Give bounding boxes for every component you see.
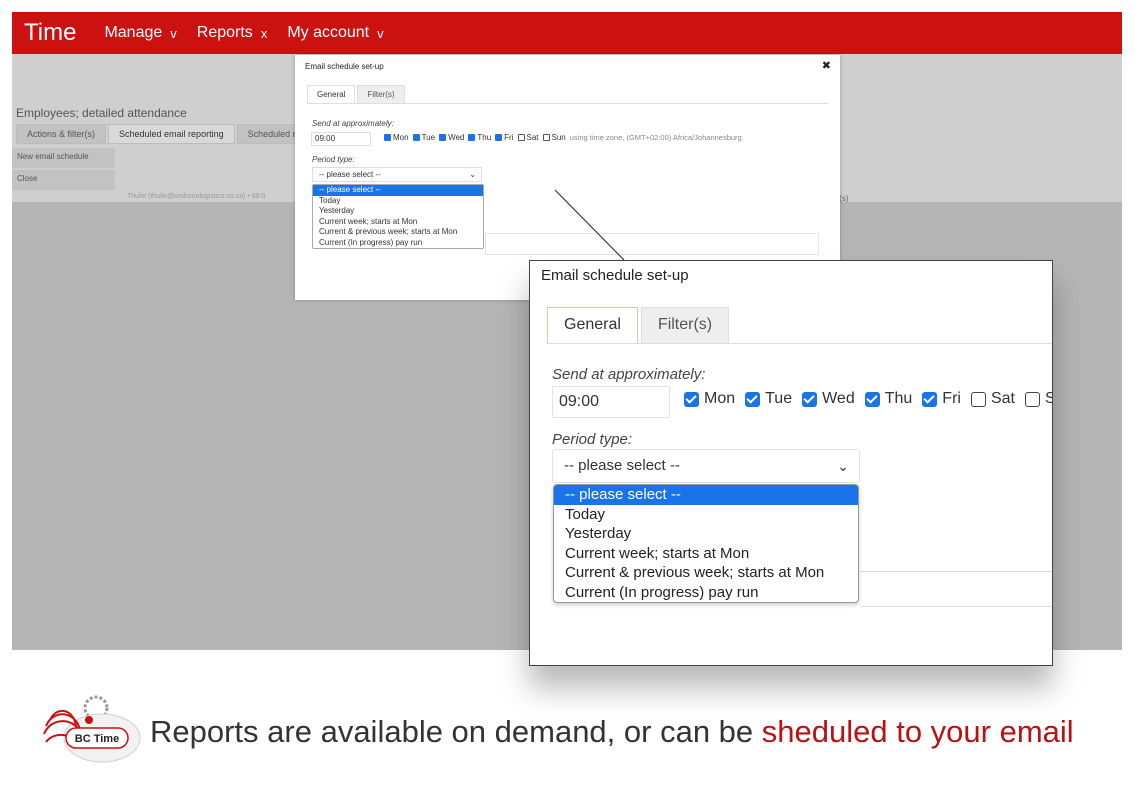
zoom-dropdown-option[interactable]: Current & previous week; starts at Mon xyxy=(554,563,858,583)
zoom-tab-general[interactable]: General xyxy=(547,307,638,343)
footer-highlight: sheduled to your email xyxy=(761,714,1074,749)
bc-time-logo: BC Time xyxy=(43,695,141,763)
zoom-dialog-title: Email schedule set-up xyxy=(541,267,689,284)
zoom-period-select-value: -- please select -- xyxy=(564,457,680,474)
zoom-day-label-fri: Fri xyxy=(942,390,961,407)
logo-text: BC Time xyxy=(75,733,119,745)
zoom-time-input[interactable]: 09:00 xyxy=(552,386,670,418)
zoom-checkbox-mon[interactable] xyxy=(684,391,699,407)
zoom-checkbox-thu[interactable] xyxy=(864,391,880,407)
zoom-send-at-label: Send at approximately: xyxy=(552,366,706,383)
zoom-dialog-tabs: General Filter(s) xyxy=(547,307,732,343)
zoom-period-type-label: Period type: xyxy=(552,431,633,448)
zoom-checkbox-sun[interactable] xyxy=(1024,391,1040,407)
zoom-day-label-mon: Mon xyxy=(704,390,736,407)
zoom-dropdown-option[interactable]: Today xyxy=(554,505,858,525)
zoom-divider xyxy=(860,571,1052,572)
zoom-dropdown-option[interactable]: -- please select -- xyxy=(554,485,858,505)
zoom-day-label-wed: Wed xyxy=(822,390,855,407)
footer-tagline: Reports are available on demand, or can … xyxy=(150,714,1074,750)
zoom-dropdown-option[interactable]: Yesterday xyxy=(554,524,858,544)
zoom-checkbox-fri[interactable] xyxy=(922,391,938,407)
zoom-weekday-checkboxes: Mon Tue Wed Thu Fri Sat Sun xyxy=(674,390,1052,408)
footer-text: Reports are available on demand, or can … xyxy=(150,714,762,749)
chevron-down-icon: ⌄ xyxy=(837,458,849,474)
zoom-period-dropdown-list: -- please select -- Today Yesterday Curr… xyxy=(553,484,859,603)
zoom-tab-divider xyxy=(547,343,1052,344)
zoom-day-label-thu: Thu xyxy=(884,390,913,407)
zoom-day-label-sun: Sun xyxy=(1045,390,1052,408)
zoom-tab-filters[interactable]: Filter(s) xyxy=(640,307,730,343)
zoom-dropdown-option[interactable]: Current (In progress) pay run xyxy=(554,583,858,603)
zoom-checkbox-wed[interactable] xyxy=(802,391,818,407)
zoom-dropdown-option[interactable]: Current week; starts at Mon xyxy=(554,544,858,564)
zoomed-dialog: Email schedule set-up General Filter(s) … xyxy=(529,260,1053,666)
zoom-checkbox-tue[interactable] xyxy=(745,391,761,407)
zoom-day-label-sat: Sat xyxy=(990,390,1015,407)
zoom-divider xyxy=(860,606,1052,607)
zoom-checkbox-sat[interactable] xyxy=(970,391,986,407)
zoom-period-type-select[interactable]: -- please select -- ⌄ xyxy=(552,449,860,483)
zoom-day-label-tue: Tue xyxy=(765,390,793,407)
